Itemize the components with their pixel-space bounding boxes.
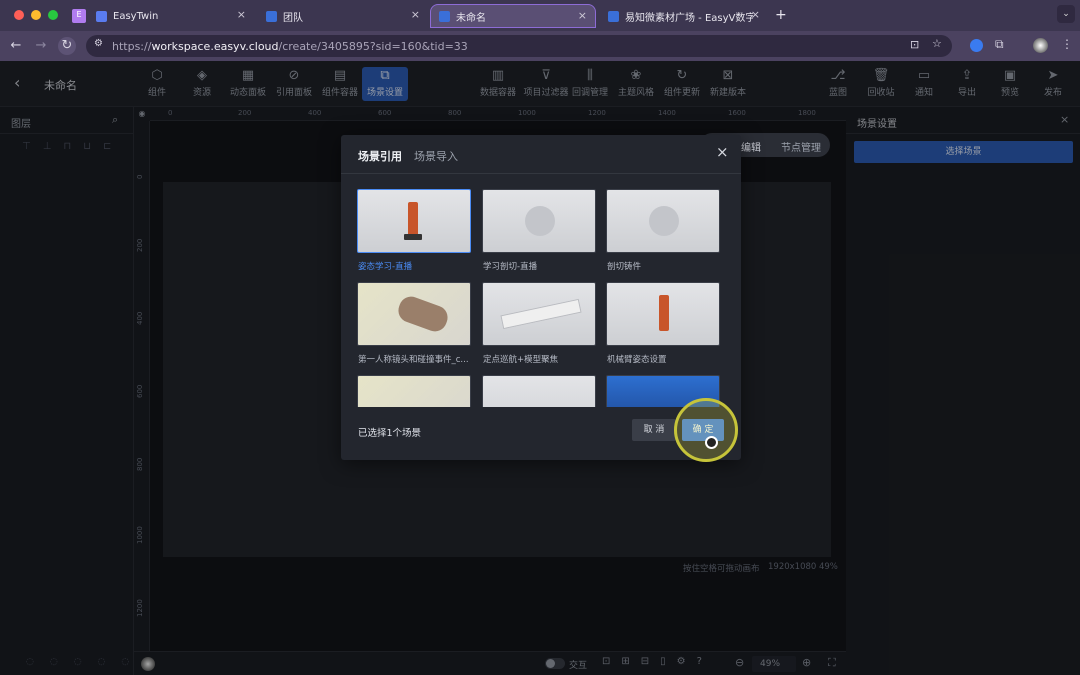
scene-thumbnail[interactable] [606, 282, 720, 346]
browser-tab-extension[interactable]: E [64, 4, 90, 28]
browser-menu-icon[interactable]: ⋮ [1061, 37, 1073, 51]
tab-label: 易知微素材广场 - EasyV数字孪 [625, 12, 753, 24]
tab-edit[interactable]: 编辑 [741, 139, 761, 154]
cursor-highlight [674, 398, 738, 462]
close-tab-icon[interactable]: × [578, 9, 587, 22]
browser-tab-market[interactable]: 易知微素材广场 - EasyV数字孪 × [600, 4, 768, 28]
bookmark-star-icon[interactable]: ☆ [932, 37, 942, 50]
selection-status: 已选择1个场景 [358, 428, 422, 439]
install-app-icon[interactable]: ⊡ [910, 38, 919, 51]
scene-grid: 姿态学习-直播 学习剖切-直播 剖切铸件 第一人称镜头和碰撞事件_c... 定点… [341, 183, 741, 407]
url-host: workspace.easyv.cloud [151, 39, 279, 53]
scene-thumbnail[interactable] [606, 189, 720, 253]
address-bar[interactable]: ⚙ https://workspace.easyv.cloud/create/3… [86, 35, 952, 57]
extension-e-icon: E [72, 9, 86, 23]
extensions-puzzle-icon[interactable]: ⧉ [995, 37, 1004, 52]
cancel-button[interactable]: 取 消 [632, 419, 676, 441]
engine-model-image [649, 206, 679, 236]
browser-tab-team[interactable]: 团队 × [258, 4, 428, 28]
tab-search-icon[interactable]: ⌄ [1057, 5, 1075, 23]
browser-toolbar: ← → ↻ ⚙ https://workspace.easyv.cloud/cr… [0, 31, 1080, 61]
close-window-icon[interactable] [14, 10, 24, 20]
scene-thumbnail[interactable] [482, 375, 596, 407]
not-allowed-cursor-icon [705, 436, 718, 449]
scene-label[interactable]: 第一人称镜头和碰撞事件_c... [358, 353, 474, 365]
easytwin-favicon-icon [96, 10, 107, 22]
tab-label: EasyTwin [113, 10, 159, 22]
browser-tab-untitled[interactable]: 未命名 × [430, 4, 596, 28]
scene-thumbnail[interactable] [357, 189, 471, 253]
tab-scene-import[interactable]: 场景导入 [414, 148, 458, 164]
url-scheme: https:// [112, 39, 152, 53]
scene-label[interactable]: 剖切铸件 [607, 260, 723, 272]
browser-tab-easytwin[interactable]: EasyTwin × [88, 4, 254, 28]
tab-label: 团队 [283, 12, 303, 24]
profile-avatar[interactable] [1033, 38, 1048, 53]
site-info-icon[interactable]: ⚙ [94, 38, 103, 49]
reload-icon[interactable]: ↻ [58, 37, 76, 55]
scene-label[interactable]: 学习剖切-直播 [483, 260, 599, 272]
conveyor-image [395, 293, 451, 335]
tab-scene-reference[interactable]: 场景引用 [358, 148, 402, 164]
tab-node-manage[interactable]: 节点管理 [781, 139, 821, 154]
easyv-favicon-icon [608, 10, 619, 22]
minimize-window-icon[interactable] [31, 10, 41, 20]
easyv-favicon-icon [439, 10, 450, 22]
back-arrow-icon[interactable]: ← [7, 37, 25, 55]
divider [341, 173, 741, 174]
scene-label[interactable]: 定点巡航+模型聚焦 [483, 353, 599, 365]
scene-thumbnail[interactable] [482, 282, 596, 346]
scene-thumbnail[interactable] [357, 375, 471, 407]
close-tab-icon[interactable]: × [237, 8, 246, 21]
scene-label[interactable]: 姿态学习-直播 [358, 260, 474, 272]
browser-tab-strip: E EasyTwin × 团队 × 未命名 × 易知微素材广场 - EasyV数… [0, 0, 1080, 31]
robot-arm-image [408, 202, 418, 238]
url-path: /create/3405895?sid=160&tid=33 [278, 39, 468, 53]
engine-model-image [525, 206, 555, 236]
extension-c-icon[interactable] [970, 39, 983, 52]
close-tab-icon[interactable]: × [751, 8, 760, 21]
close-tab-icon[interactable]: × [411, 8, 420, 21]
production-line-image [500, 298, 582, 330]
robot-arm-image [659, 295, 669, 331]
maximize-window-icon[interactable] [48, 10, 58, 20]
scene-thumbnail[interactable] [357, 282, 471, 346]
easyv-favicon-icon [266, 10, 277, 22]
forward-arrow-icon[interactable]: → [32, 37, 50, 55]
scene-label[interactable]: 机械臂姿态设置 [607, 353, 723, 365]
new-tab-icon[interactable]: + [775, 7, 787, 23]
close-icon[interactable]: × [716, 143, 729, 161]
scene-thumbnail[interactable] [482, 189, 596, 253]
robot-base-image [404, 234, 422, 240]
tab-label: 未命名 [456, 12, 486, 24]
